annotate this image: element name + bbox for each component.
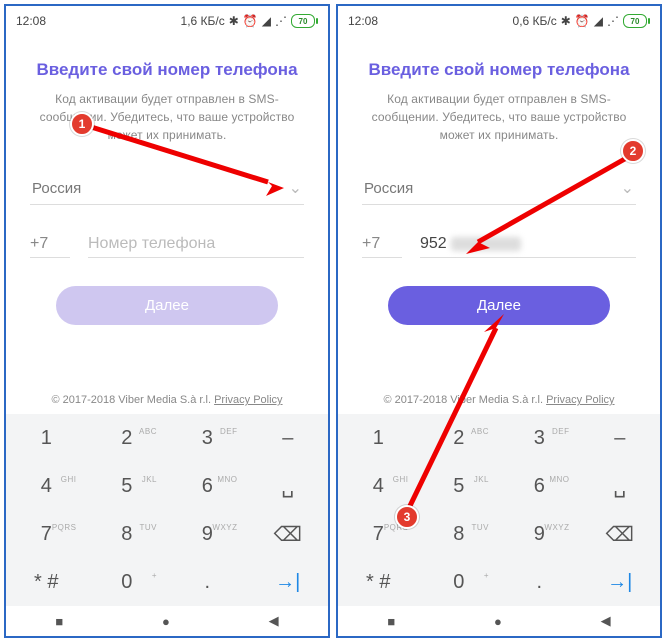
battery-icon: 70 bbox=[623, 14, 650, 28]
status-time: 12:08 bbox=[348, 14, 378, 28]
keypad-key-6[interactable]: 6MNO bbox=[167, 462, 248, 510]
keypad-key-4[interactable]: 4GHI bbox=[6, 462, 87, 510]
nav-recent-icon[interactable]: ■ bbox=[55, 614, 63, 629]
keypad-key-␣[interactable]: ␣ bbox=[580, 462, 661, 510]
status-net-speed: 0,6 КБ/с bbox=[513, 14, 557, 28]
keypad-key-7[interactable]: 7PQRS bbox=[6, 510, 87, 558]
annotation-marker-2: 2 bbox=[621, 139, 645, 163]
status-bar: 12:08 1,6 КБ/с ✱ ⏰ ◢ ⋰ 70 bbox=[6, 6, 328, 32]
battery-icon: 70 bbox=[291, 14, 318, 28]
page-title: Введите свой номер телефона bbox=[28, 60, 306, 80]
annotation-arrow-2 bbox=[460, 150, 640, 260]
next-button[interactable]: Далее bbox=[56, 286, 278, 325]
android-nav-bar: ■ ● ◀ bbox=[338, 606, 660, 636]
keypad-key-–[interactable]: – bbox=[248, 414, 329, 462]
privacy-policy-link[interactable]: Privacy Policy bbox=[546, 394, 614, 406]
nav-home-icon[interactable]: ● bbox=[162, 614, 170, 629]
keypad-key-* #[interactable]: * # bbox=[338, 558, 419, 606]
page-title: Введите свой номер телефона bbox=[360, 60, 638, 80]
keypad-key-0[interactable]: 0+ bbox=[419, 558, 500, 606]
status-bar: 12:08 0,6 КБ/с ✱ ⏰ ◢ ⋰ 70 bbox=[338, 6, 660, 32]
status-net-speed: 1,6 КБ/с bbox=[181, 14, 225, 28]
privacy-policy-link[interactable]: Privacy Policy bbox=[214, 394, 282, 406]
keypad-key-1[interactable]: 1 bbox=[6, 414, 87, 462]
footer: © 2017-2018 Viber Media S.à r.l. Privacy… bbox=[6, 394, 328, 406]
annotation-arrow-3 bbox=[400, 310, 520, 520]
keypad-key-* #[interactable]: * # bbox=[6, 558, 87, 606]
annotation-arrow-1 bbox=[80, 118, 300, 208]
nav-home-icon[interactable]: ● bbox=[494, 614, 502, 629]
page-subtitle: Код активации будет отправлен в SMS-сооб… bbox=[360, 90, 638, 144]
keypad-key-⌫[interactable]: ⌫ bbox=[248, 510, 329, 558]
phone-screenshot-left: 12:08 1,6 КБ/с ✱ ⏰ ◢ ⋰ 70 Введите свой н… bbox=[4, 4, 330, 638]
alarm-icon: ⏰ bbox=[575, 14, 590, 28]
keypad-key-5[interactable]: 5JKL bbox=[87, 462, 168, 510]
keypad-key-go[interactable]: →| bbox=[248, 558, 329, 606]
annotation-marker-1: 1 bbox=[70, 112, 94, 136]
keypad-key-2[interactable]: 2ABC bbox=[87, 414, 168, 462]
nav-back-icon[interactable]: ◀ bbox=[601, 613, 611, 629]
alarm-icon: ⏰ bbox=[243, 14, 258, 28]
signal-icon: ◢ bbox=[594, 14, 603, 28]
keypad-key-–[interactable]: – bbox=[580, 414, 661, 462]
keypad-key-⌫[interactable]: ⌫ bbox=[580, 510, 661, 558]
android-nav-bar: ■ ● ◀ bbox=[6, 606, 328, 636]
bluetooth-icon: ✱ bbox=[229, 14, 239, 28]
wifi-icon: ⋰ bbox=[607, 14, 619, 28]
keypad-key-0[interactable]: 0+ bbox=[87, 558, 168, 606]
keypad-key-␣[interactable]: ␣ bbox=[248, 462, 329, 510]
status-time: 12:08 bbox=[16, 14, 46, 28]
bluetooth-icon: ✱ bbox=[561, 14, 571, 28]
keypad-key-8[interactable]: 8TUV bbox=[87, 510, 168, 558]
phone-number-input[interactable]: Номер телефона bbox=[88, 231, 304, 258]
country-code-field[interactable]: +7 bbox=[362, 231, 402, 258]
wifi-icon: ⋰ bbox=[275, 14, 287, 28]
signal-icon: ◢ bbox=[262, 14, 271, 28]
keypad-key-3[interactable]: 3DEF bbox=[167, 414, 248, 462]
copyright-text: © 2017-2018 Viber Media S.à r.l. bbox=[51, 394, 211, 406]
nav-back-icon[interactable]: ◀ bbox=[269, 613, 279, 629]
country-code-field[interactable]: +7 bbox=[30, 231, 70, 258]
country-label: Россия bbox=[32, 180, 81, 197]
nav-recent-icon[interactable]: ■ bbox=[387, 614, 395, 629]
country-label: Россия bbox=[364, 180, 413, 197]
keypad-key-go[interactable]: →| bbox=[580, 558, 661, 606]
numeric-keypad: 12ABC3DEF– 4GHI5JKL6MNO␣ 7PQRS8TUV9WXYZ⌫ * … bbox=[6, 414, 328, 606]
keypad-key-9[interactable]: 9WXYZ bbox=[167, 510, 248, 558]
annotation-marker-3: 3 bbox=[395, 505, 419, 529]
keypad-key-.[interactable]: . bbox=[167, 558, 248, 606]
keypad-key-.[interactable]: . bbox=[499, 558, 580, 606]
